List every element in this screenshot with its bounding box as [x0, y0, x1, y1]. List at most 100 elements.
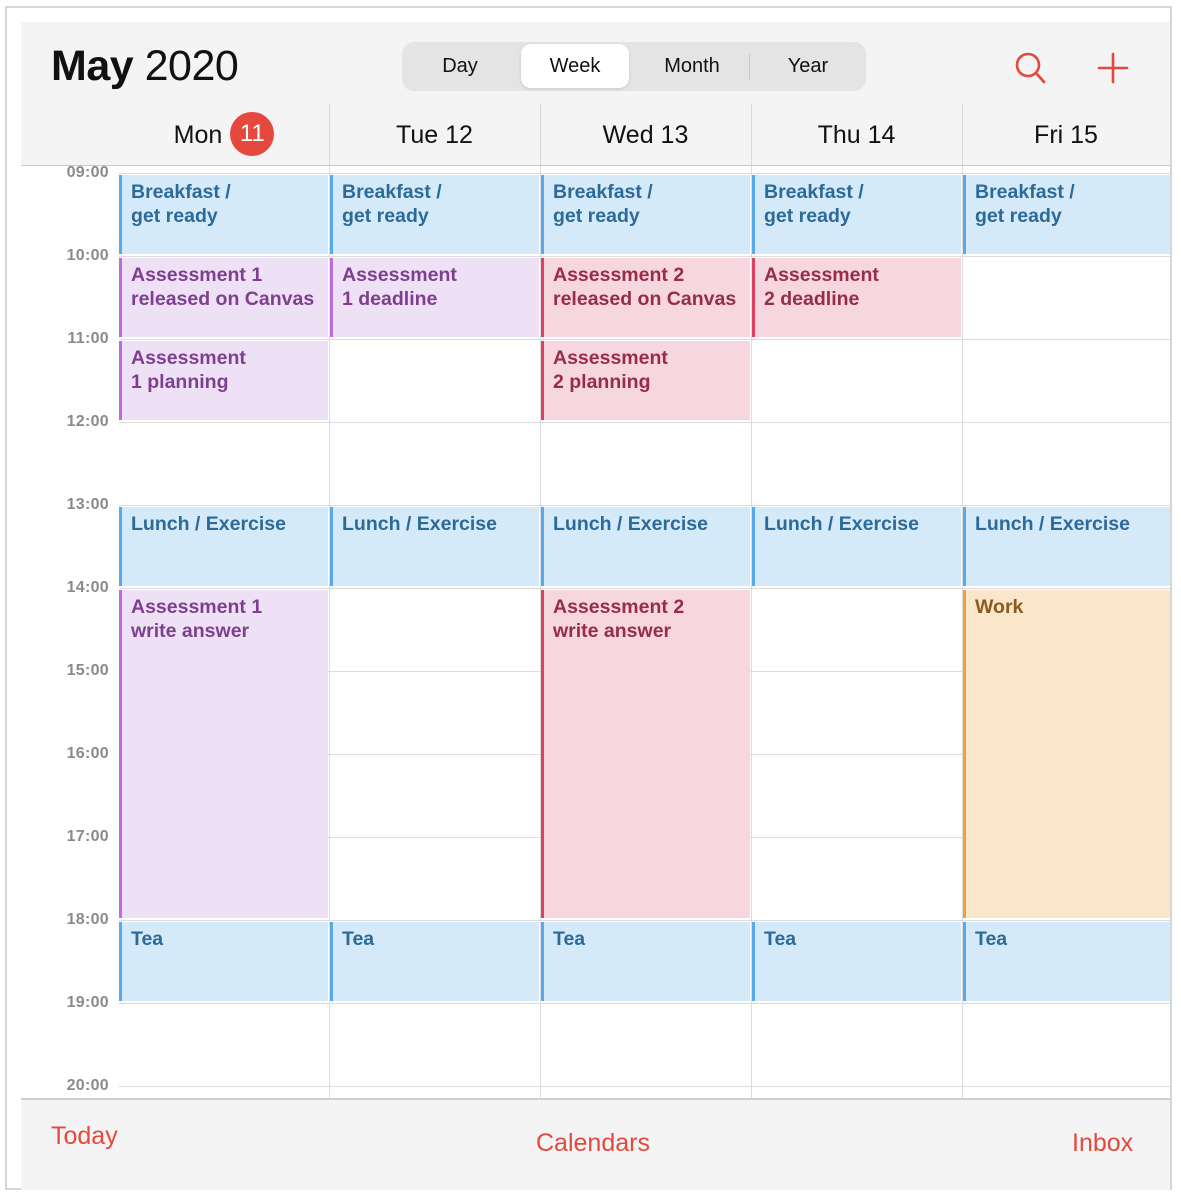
today-button[interactable]: Today	[51, 1122, 118, 1151]
event-title-line: released on Canvas	[131, 288, 315, 310]
calendar-event[interactable]: Lunch / Exercise	[752, 507, 961, 586]
calendar-event[interactable]: Breakfast / get ready	[541, 175, 750, 254]
event-title-line: Tea	[764, 928, 797, 950]
calendar-event[interactable]: Assessment 2 deadline	[752, 258, 961, 337]
event-title-line: Lunch / Exercise	[342, 513, 497, 535]
hour-label: 17:00	[66, 828, 109, 845]
calendar-event[interactable]: Lunch / Exercise	[541, 507, 750, 586]
calendar-event[interactable]: Tea	[119, 922, 328, 1001]
hour-gridline	[119, 588, 1170, 589]
hour-gridline	[119, 339, 1170, 340]
event-title-line: Lunch / Exercise	[975, 513, 1130, 535]
hour-label: 16:00	[66, 745, 109, 762]
calendars-button[interactable]: Calendars	[536, 1129, 650, 1158]
event-title-line: Assessment	[342, 264, 457, 286]
event-title-line: Work	[975, 596, 1024, 618]
event-title-line: Tea	[342, 928, 375, 950]
page-title: May 2020	[51, 42, 239, 91]
top-bar: May 2020 Day Week Month Year Mon 11 Tue …	[21, 22, 1170, 166]
title-year: 2020	[144, 42, 239, 90]
hour-label: 19:00	[66, 994, 109, 1011]
day-header-tue[interactable]: Tue 12	[329, 102, 540, 166]
event-title-line: Assessment 2	[553, 264, 685, 286]
event-title-line: get ready	[131, 205, 218, 227]
day-header-label: Mon	[173, 121, 223, 149]
view-segmented-control: Day Week Month Year	[402, 42, 866, 91]
calendar-event[interactable]: Tea	[963, 922, 1170, 1001]
event-title-line: 1 deadline	[342, 288, 438, 310]
tab-month[interactable]: Month	[636, 44, 748, 88]
calendar-event[interactable]: Breakfast / get ready	[119, 175, 328, 254]
event-title-line: write answer	[131, 620, 250, 642]
calendar-event[interactable]: Tea	[541, 922, 750, 1001]
event-title-line: Breakfast /	[131, 181, 231, 203]
calendar-event[interactable]: Lunch / Exercise	[963, 507, 1170, 586]
hour-label: 11:00	[67, 330, 109, 347]
event-title-line: get ready	[553, 205, 640, 227]
hour-label: 20:00	[66, 1077, 109, 1094]
day-header-thu[interactable]: Thu 14	[751, 102, 962, 166]
segment-divider	[749, 54, 750, 80]
inbox-button[interactable]: Inbox	[1072, 1129, 1133, 1158]
bottom-toolbar: Today Calendars Inbox	[21, 1098, 1170, 1190]
tab-year[interactable]: Year	[752, 44, 864, 88]
search-button[interactable]	[1011, 48, 1051, 88]
hour-label: 15:00	[66, 662, 109, 679]
event-title-line: get ready	[975, 205, 1062, 227]
calendar-event[interactable]: Work	[963, 590, 1170, 918]
event-title-line: Lunch / Exercise	[553, 513, 708, 535]
hour-gridline	[119, 1086, 1170, 1087]
add-event-button[interactable]	[1093, 48, 1133, 88]
day-header-fri[interactable]: Fri 15	[962, 102, 1170, 166]
search-icon	[1015, 52, 1046, 84]
calendar-event[interactable]: Tea	[752, 922, 961, 1001]
event-title-line: Assessment	[764, 264, 879, 286]
hour-gridline	[119, 422, 1170, 423]
today-badge: 11	[230, 112, 275, 157]
calendar-event[interactable]: Assessment 2 write answer	[541, 590, 750, 918]
tab-day[interactable]: Day	[406, 44, 514, 88]
hour-gridline	[119, 173, 1170, 174]
calendar-event[interactable]: Assessment 1 deadline	[330, 258, 539, 337]
event-title-line: Breakfast /	[553, 181, 653, 203]
week-grid[interactable]: 09:00 10:00 11:00 12:00 13:00 14:00 15:00 16:00…	[21, 166, 1170, 1098]
event-title-line: get ready	[342, 205, 429, 227]
event-title-line: Tea	[975, 928, 1008, 950]
tab-week[interactable]: Week	[521, 44, 629, 88]
event-title-line: Tea	[553, 928, 586, 950]
calendar-event[interactable]: Assessment 2 released on Canvas	[541, 258, 750, 337]
event-title-line: Assessment 1	[131, 596, 263, 618]
calendar-event[interactable]: Breakfast / get ready	[752, 175, 961, 254]
event-title-line: Breakfast /	[764, 181, 864, 203]
calendar-event[interactable]: Assessment 1 write answer	[119, 590, 328, 918]
hour-label: 10:00	[66, 247, 109, 264]
event-title-line: Breakfast /	[342, 181, 442, 203]
event-title-line: Assessment	[553, 347, 668, 369]
hour-label: 13:00	[66, 496, 109, 513]
event-title-line: Breakfast /	[975, 181, 1075, 203]
hour-gridline	[119, 1003, 1170, 1004]
event-title-line: Assessment	[131, 347, 246, 369]
calendar-event[interactable]: Assessment 2 planning	[541, 341, 750, 420]
event-title-line: Assessment 2	[553, 596, 685, 618]
hour-gridline	[119, 920, 1170, 921]
event-title-line: 2 deadline	[764, 288, 860, 310]
calendar-event[interactable]: Lunch / Exercise	[119, 507, 328, 586]
event-title-line: write answer	[553, 620, 672, 642]
calendar-app: May 2020 Day Week Month Year Mon 11 Tue …	[21, 22, 1170, 1190]
day-header-wed[interactable]: Wed 13	[540, 102, 751, 166]
event-title-line: Lunch / Exercise	[764, 513, 919, 535]
hour-gridline	[119, 256, 1170, 257]
calendar-event[interactable]: Breakfast / get ready	[963, 175, 1170, 254]
calendar-event[interactable]: Breakfast / get ready	[330, 175, 539, 254]
plus-icon	[1097, 52, 1129, 84]
calendar-event[interactable]: Lunch / Exercise	[330, 507, 539, 586]
day-header-mon[interactable]: Mon 11	[119, 102, 329, 166]
calendar-event[interactable]: Tea	[330, 922, 539, 1001]
hour-label: 18:00	[66, 911, 109, 928]
calendar-event[interactable]: Assessment 1 planning	[119, 341, 328, 420]
title-month: May	[51, 42, 134, 90]
event-title-line: 1 planning	[131, 371, 229, 393]
event-title-line: Tea	[131, 928, 164, 950]
calendar-event[interactable]: Assessment 1 released on Canvas	[119, 258, 328, 337]
